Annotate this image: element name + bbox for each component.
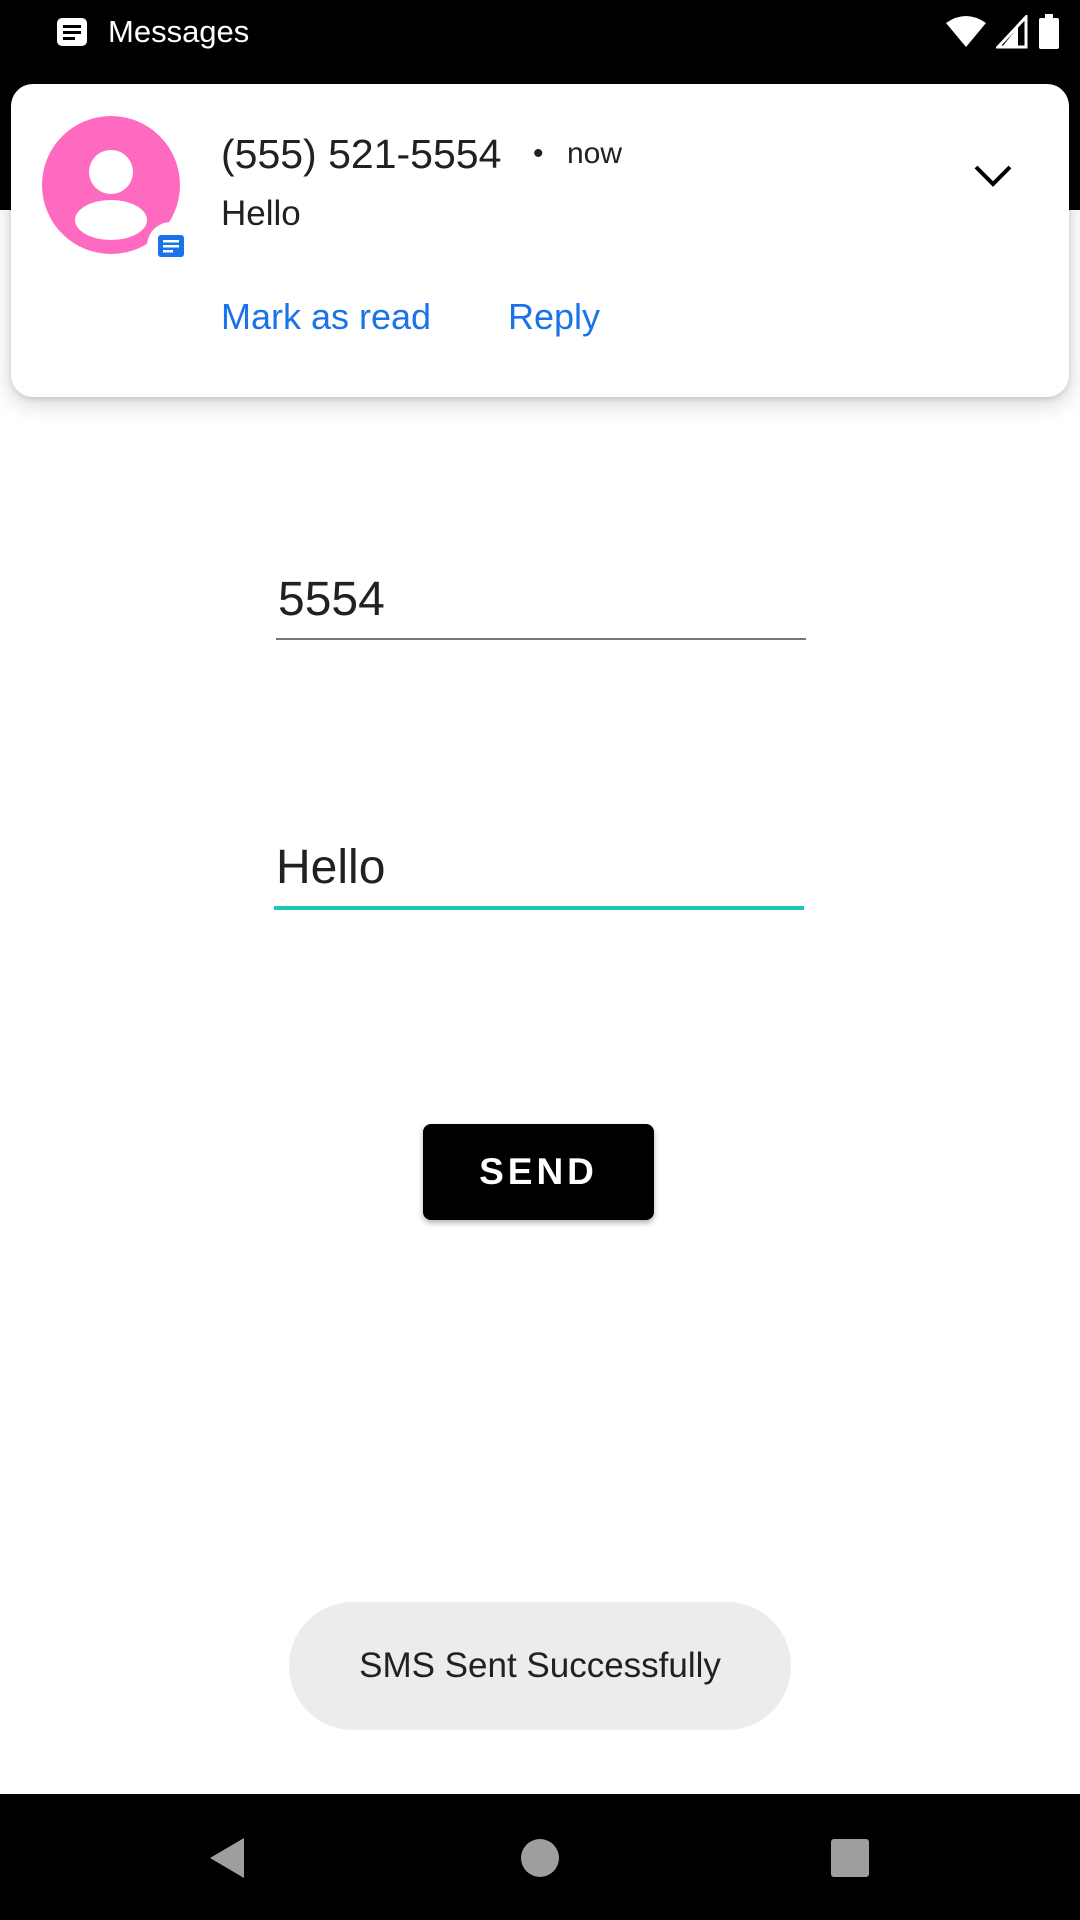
- system-icons: [946, 14, 1060, 50]
- signal-icon: [996, 15, 1028, 49]
- message-value: Hello: [276, 841, 386, 894]
- navigation-bar: [0, 1794, 1080, 1920]
- recents-button[interactable]: [814, 1822, 886, 1894]
- send-button[interactable]: SEND: [423, 1124, 654, 1220]
- toast-message: SMS Sent Successfully: [289, 1602, 791, 1730]
- chevron-down-icon: [974, 165, 1012, 187]
- wifi-icon: [946, 16, 986, 47]
- expand-notification-button[interactable]: [961, 144, 1025, 208]
- back-icon: [210, 1838, 244, 1878]
- notification-separator: •: [533, 137, 544, 170]
- notification-message: Hello: [221, 194, 301, 233]
- status-app-name: Messages: [108, 14, 250, 49]
- phone-number-value: 5554: [278, 573, 385, 626]
- notification-sender: (555) 521-5554: [221, 131, 502, 177]
- phone-number-field[interactable]: 5554: [276, 566, 806, 640]
- reply-button[interactable]: Reply: [508, 292, 600, 342]
- home-icon: [521, 1839, 559, 1877]
- back-button[interactable]: [190, 1822, 262, 1894]
- mark-as-read-button[interactable]: Mark as read: [221, 292, 431, 342]
- battery-icon: [1039, 14, 1059, 49]
- messages-icon: [57, 18, 87, 46]
- status-bar: Messages: [0, 0, 1080, 64]
- messages-badge: [147, 222, 195, 270]
- recents-icon: [831, 1839, 869, 1877]
- notification-time: now: [567, 137, 623, 170]
- messages-badge-icon: [158, 235, 184, 257]
- message-field[interactable]: Hello: [274, 834, 804, 910]
- home-button[interactable]: [504, 1822, 576, 1894]
- heads-up-notification[interactable]: (555) 521-5554 • now Hello Mark as read …: [11, 84, 1069, 397]
